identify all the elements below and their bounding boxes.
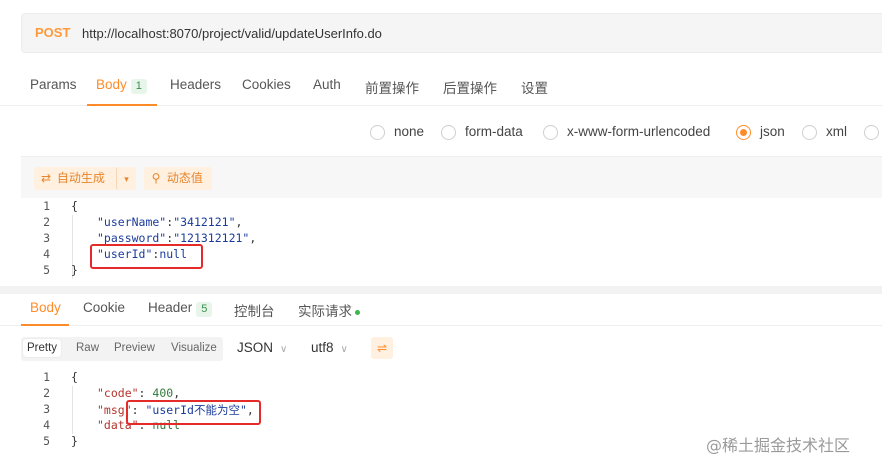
line-number: 4 xyxy=(43,418,50,432)
line-number: 1 xyxy=(43,199,50,213)
radio-circle-icon xyxy=(441,125,456,140)
json-value: 400 xyxy=(152,386,174,400)
tab-actual-request[interactable]: 实际请求 xyxy=(298,300,360,320)
request-tabs: Params Body 1 Headers Cookies Auth 前置操作 后… xyxy=(0,64,882,106)
line-number: 5 xyxy=(43,263,50,277)
dynamic-value-label: 动态值 xyxy=(166,171,203,185)
response-tabs: Body Cookie Header 5 控制台 实际请求 xyxy=(0,294,882,326)
code-text: "password":"121312121", xyxy=(97,231,256,245)
json-comma: , xyxy=(235,215,243,229)
radio-circle-icon xyxy=(370,125,385,140)
json-comma: , xyxy=(249,231,257,245)
code-line: 2 "userName":"3412121", xyxy=(21,215,882,231)
line-number: 2 xyxy=(43,386,50,400)
tab-headers[interactable]: Headers xyxy=(170,77,221,92)
view-mode-switch: Pretty Raw Preview Visualize xyxy=(21,337,223,361)
tab-post-operations[interactable]: 后置操作 xyxy=(443,77,497,97)
tab-actual-request-label: 实际请求 xyxy=(298,304,352,319)
encoding-select[interactable]: utf8 ∨ xyxy=(311,340,348,355)
line-number: 3 xyxy=(43,402,50,416)
format-select[interactable]: JSON ∨ xyxy=(237,340,287,355)
radio-label: json xyxy=(760,124,785,139)
view-preview[interactable]: Preview xyxy=(114,342,155,354)
active-tab-indicator xyxy=(87,104,157,106)
tab-pre-operations[interactable]: 前置操作 xyxy=(365,77,419,97)
chevron-down-icon: ∨ xyxy=(340,344,348,355)
json-key: "userName" xyxy=(97,215,167,229)
tab-response-cookie[interactable]: Cookie xyxy=(83,300,125,315)
tab-params[interactable]: Params xyxy=(30,77,77,92)
radio-circle-icon xyxy=(864,125,879,140)
tab-body-label: Body xyxy=(96,77,127,92)
line-number: 1 xyxy=(43,370,50,384)
json-comma: , xyxy=(173,386,181,400)
line-number: 5 xyxy=(43,434,50,448)
magic-wand-icon: ⚲ xyxy=(151,171,161,185)
tab-console[interactable]: 控制台 xyxy=(234,300,275,320)
http-method[interactable]: POST xyxy=(35,25,70,40)
code-text: { xyxy=(71,370,78,384)
code-text: "userName":"3412121", xyxy=(97,215,242,229)
tab-response-header[interactable]: Header 5 xyxy=(148,300,213,317)
highlight-box-response xyxy=(126,400,261,425)
auto-generate-dropdown[interactable]: ▾ xyxy=(116,167,136,190)
url-input[interactable]: http://localhost:8070/project/valid/upda… xyxy=(82,26,382,41)
view-raw[interactable]: Raw xyxy=(76,342,99,354)
dynamic-value-button[interactable]: ⚲ 动态值 xyxy=(144,167,212,190)
highlight-box-request xyxy=(90,244,203,269)
response-toolbar: Pretty Raw Preview Visualize JSON ∨ utf8 ∨… xyxy=(0,333,882,363)
url-bar[interactable]: POST http://localhost:8070/project/valid… xyxy=(21,13,882,53)
json-key: "password" xyxy=(97,231,167,245)
chevron-down-icon: ▾ xyxy=(124,175,129,185)
tab-body-badge: 1 xyxy=(130,79,147,94)
json-value: "3412121" xyxy=(173,215,236,229)
format-value: JSON xyxy=(237,340,274,355)
radio-label: form-data xyxy=(465,124,523,139)
radio-label: x-www-form-urlencoded xyxy=(567,124,711,139)
chevron-down-icon: ∨ xyxy=(280,344,288,355)
code-text: } xyxy=(71,263,78,277)
panel-divider[interactable] xyxy=(0,286,882,294)
code-line: 1{ xyxy=(21,199,882,215)
swap-icon: ⇄ xyxy=(40,171,52,185)
auto-generate-button[interactable]: ⇄ 自动生成 xyxy=(34,167,118,190)
line-number: 4 xyxy=(43,247,50,261)
code-text: "code": 400, xyxy=(97,386,180,400)
code-text: { xyxy=(71,199,78,213)
tab-auth[interactable]: Auth xyxy=(313,77,341,92)
view-pretty[interactable]: Pretty xyxy=(23,339,62,357)
tab-body[interactable]: Body 1 xyxy=(96,77,147,94)
radio-circle-icon xyxy=(802,125,817,140)
json-colon: : xyxy=(138,386,153,400)
view-visualize[interactable]: Visualize xyxy=(171,342,217,354)
radio-label: xml xyxy=(826,124,847,139)
tab-cookies[interactable]: Cookies xyxy=(242,77,291,92)
radio-selected-icon xyxy=(736,125,751,140)
encoding-value: utf8 xyxy=(311,340,334,355)
json-key: "code" xyxy=(97,386,139,400)
wrap-lines-icon: ⇌ xyxy=(376,341,388,355)
radio-label: none xyxy=(394,124,425,139)
editor-toolbar: ⇄ 自动生成 ▾ ⚲ 动态值 xyxy=(21,156,882,198)
wrap-lines-button[interactable]: ⇌ xyxy=(371,337,393,359)
header-count-badge: 5 xyxy=(196,302,213,317)
code-text: } xyxy=(71,434,78,448)
active-tab-indicator xyxy=(21,324,69,326)
code-line: 1{ xyxy=(21,370,882,386)
watermark: @稀土掘金技术社区 xyxy=(706,436,851,455)
auto-generate-label: 自动生成 xyxy=(56,171,105,185)
line-number: 3 xyxy=(43,231,50,245)
radio-circle-icon xyxy=(543,125,558,140)
tab-response-body[interactable]: Body xyxy=(30,300,61,315)
tab-settings[interactable]: 设置 xyxy=(521,77,548,97)
json-value: "121312121" xyxy=(173,231,250,245)
line-number: 2 xyxy=(43,215,50,229)
status-dot-icon xyxy=(355,309,360,315)
tab-response-header-label: Header xyxy=(148,300,193,315)
body-type-options: none form-data x-www-form-urlencoded jso… xyxy=(0,123,882,143)
